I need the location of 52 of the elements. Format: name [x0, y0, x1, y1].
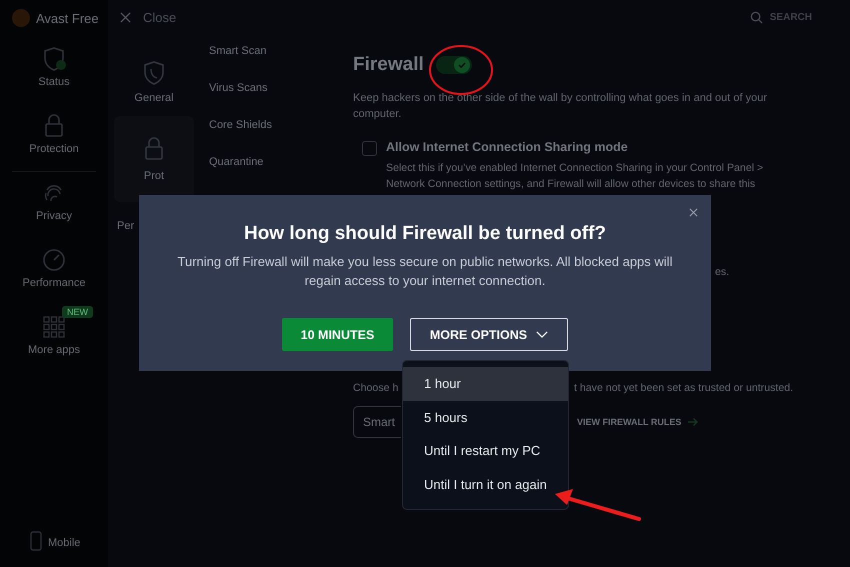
dialog-title: How long should Firewall be turned off?: [244, 223, 606, 245]
dialog-message: Turning off Firewall will make you less secure on public networks. All blocked apps will regain access to your internet connection.: [176, 253, 674, 290]
menu-item[interactable]: 1 hour: [403, 367, 568, 400]
close-link[interactable]: Close: [143, 10, 176, 24]
section-title: Firewall: [353, 54, 424, 76]
sharing-checkbox[interactable]: [362, 141, 377, 156]
more-options-button[interactable]: MORE OPTIONS: [410, 318, 568, 351]
mode-dropdown[interactable]: Smart: [353, 406, 401, 438]
checkbox-label: Allow Internet Connection Sharing mode: [386, 140, 629, 154]
search-icon[interactable]: [750, 10, 763, 24]
category-item[interactable]: General: [134, 92, 174, 104]
shield-icon: [142, 60, 166, 86]
menu-item[interactable]: Until I turn it on again: [403, 468, 568, 501]
caret-icon: [536, 331, 548, 338]
category-item[interactable]: Per: [117, 220, 134, 232]
category-card[interactable]: Prot: [114, 116, 194, 202]
app-title: Avast Free: [36, 10, 99, 26]
menu-item[interactable]: 5 hours: [403, 400, 568, 434]
gauge-icon[interactable]: [41, 247, 67, 273]
firewall-toggle[interactable]: [436, 56, 472, 74]
text-fragment: t have not yet been set as trusted or untrusted.: [574, 381, 794, 396]
app-logo-icon: [12, 9, 30, 27]
text-fragment: Choose h: [353, 381, 400, 396]
description-line: Network Connection settings, and Firewall will allow other devices to share this: [386, 177, 756, 192]
apps-grid-icon[interactable]: [41, 314, 67, 340]
subnav-item[interactable]: Smart Scan: [209, 45, 344, 57]
nav-item[interactable]: Performance: [22, 277, 86, 289]
close-icon[interactable]: [689, 208, 698, 217]
subnav-item[interactable]: Core Shields: [209, 119, 344, 131]
view-rules-link[interactable]: VIEW FIREWALL RULES: [577, 417, 682, 427]
category-label: Prot: [144, 170, 164, 182]
nav-item[interactable]: Protection: [29, 143, 79, 155]
nav-item[interactable]: Status: [38, 76, 70, 88]
subnav-item[interactable]: Quarantine: [209, 156, 344, 168]
nav-item[interactable]: More apps: [28, 344, 80, 356]
text-fragment: es.: [715, 266, 730, 278]
menu-item[interactable]: Until I restart my PC: [403, 434, 568, 468]
arrow-right-icon: [687, 417, 700, 427]
description-line: computer.: [353, 107, 402, 122]
lock-icon: [142, 136, 166, 162]
phone-icon: [30, 531, 42, 551]
check-icon: [456, 60, 467, 70]
description-line: Select this if you’ve enabled Internet Connection Sharing in your Control Panel >: [386, 161, 764, 176]
mobile-link[interactable]: Mobile: [48, 537, 80, 549]
new-badge: NEW: [62, 306, 93, 318]
ten-minutes-button[interactable]: 10 MINUTES: [282, 318, 393, 351]
nav-item[interactable]: Privacy: [36, 210, 72, 222]
close-icon[interactable]: [120, 12, 131, 22]
subnav-item[interactable]: Virus Scans: [209, 82, 344, 94]
description-line: Keep hackers on the other side of the wall by controlling what goes in and out of your: [353, 91, 768, 106]
search-link[interactable]: SEARCH: [770, 12, 812, 22]
shield-icon[interactable]: [41, 46, 67, 72]
